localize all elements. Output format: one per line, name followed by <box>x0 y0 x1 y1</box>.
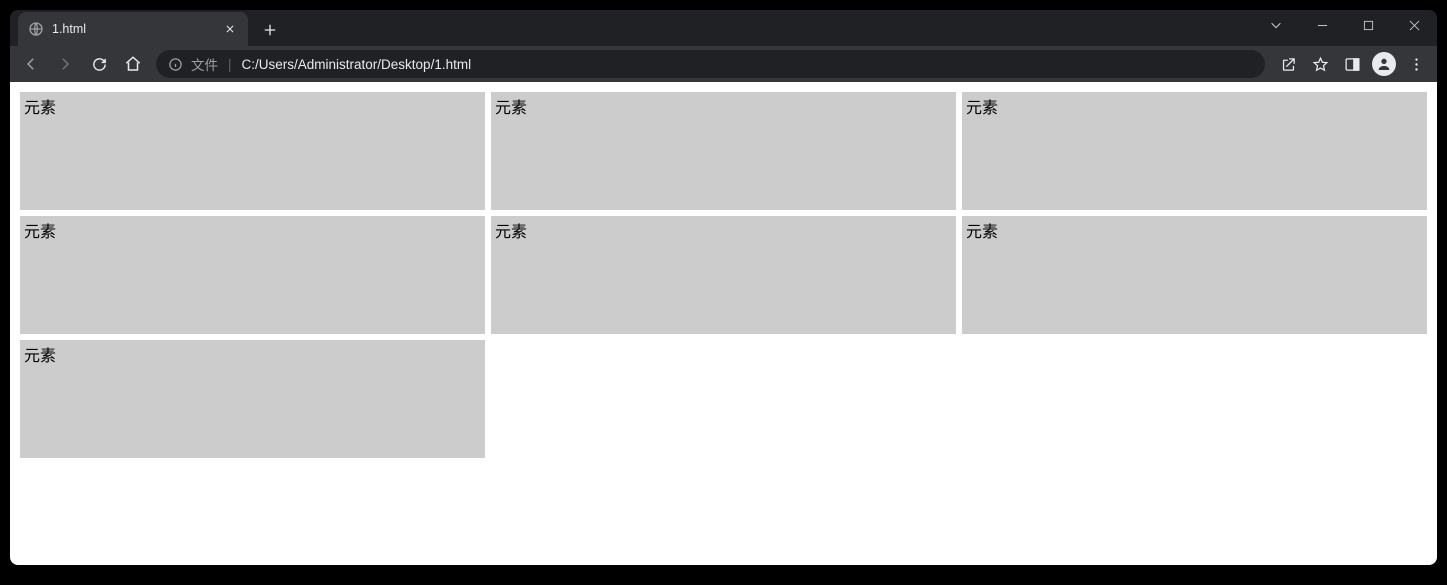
site-info-icon[interactable] <box>168 57 183 72</box>
profile-button[interactable] <box>1369 49 1399 79</box>
menu-button[interactable] <box>1401 49 1431 79</box>
new-tab-button[interactable] <box>256 16 284 44</box>
grid-cell: 元素 <box>20 92 485 210</box>
grid-cell: 元素 <box>20 216 485 334</box>
window-controls <box>1253 10 1437 46</box>
window-minimize-button[interactable] <box>1299 10 1345 40</box>
grid-cell: 元素 <box>962 92 1427 210</box>
globe-icon <box>28 21 44 37</box>
grid-cell: 元素 <box>962 216 1427 334</box>
address-scheme-label: 文件 <box>191 54 218 74</box>
window-close-button[interactable] <box>1391 10 1437 40</box>
forward-button[interactable] <box>50 49 80 79</box>
address-url: C:/Users/Administrator/Desktop/1.html <box>242 57 1253 72</box>
back-button[interactable] <box>16 49 46 79</box>
grid-cell: 元素 <box>20 340 485 458</box>
browser-tab[interactable]: 1.html <box>18 12 248 46</box>
home-button[interactable] <box>118 49 148 79</box>
reload-button[interactable] <box>84 49 114 79</box>
toolbar: 文件 | C:/Users/Administrator/Desktop/1.ht… <box>10 46 1437 82</box>
page-content: 元素 元素 元素 元素 元素 元素 元素 <box>10 82 1437 565</box>
share-button[interactable] <box>1273 49 1303 79</box>
window-minimize-dropdown[interactable] <box>1253 10 1299 40</box>
window-maximize-button[interactable] <box>1345 10 1391 40</box>
address-separator: | <box>228 57 232 72</box>
side-panel-button[interactable] <box>1337 49 1367 79</box>
address-bar[interactable]: 文件 | C:/Users/Administrator/Desktop/1.ht… <box>156 50 1265 78</box>
grid-cell: 元素 <box>491 216 956 334</box>
grid-cell: 元素 <box>491 92 956 210</box>
titlebar: 1.html <box>10 10 1437 46</box>
tab-title: 1.html <box>52 22 214 36</box>
bookmark-button[interactable] <box>1305 49 1335 79</box>
tab-close-button[interactable] <box>222 21 238 37</box>
browser-window: 1.html <box>10 10 1437 565</box>
avatar-icon <box>1372 52 1396 76</box>
grid-container: 元素 元素 元素 元素 元素 元素 元素 <box>20 92 1427 458</box>
